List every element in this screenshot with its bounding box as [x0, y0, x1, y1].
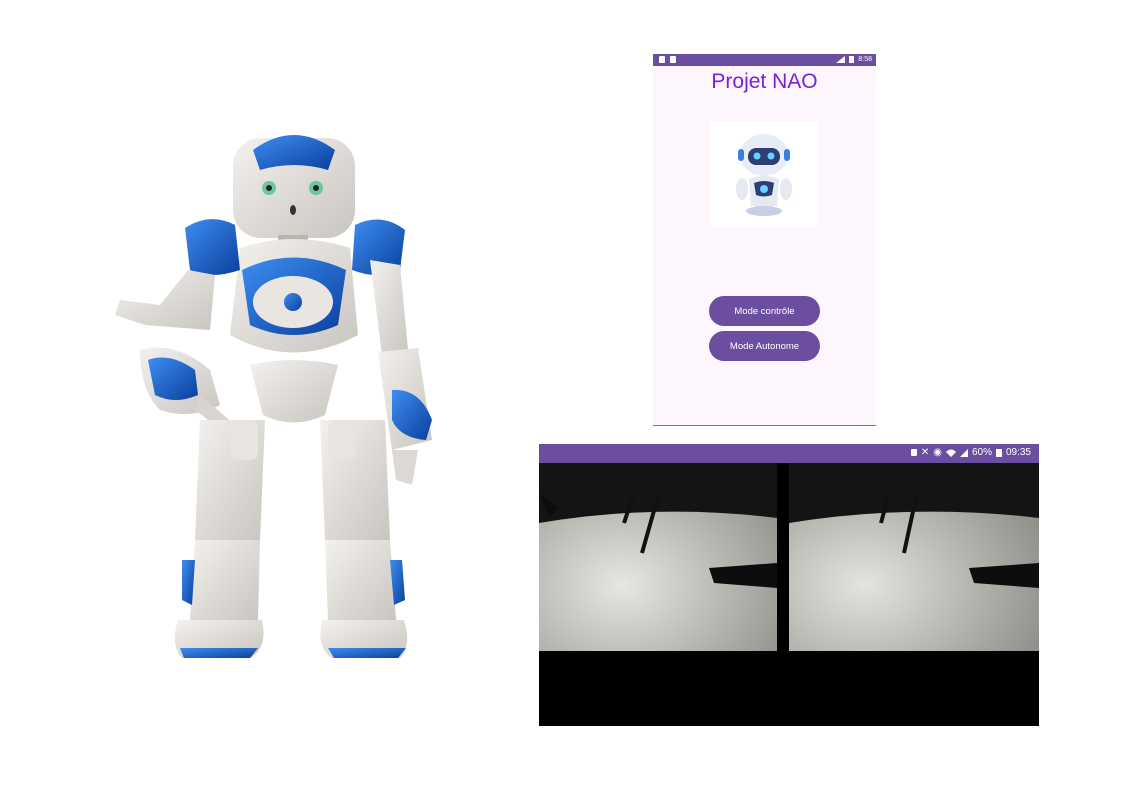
- robot-logo-icon: [711, 121, 817, 227]
- mute-icon: ✕: [920, 447, 930, 458]
- wifi-icon: [945, 449, 956, 457]
- signal-icon: [959, 448, 968, 457]
- battery-icon: [995, 449, 1002, 457]
- page-title: Projet NAO: [711, 70, 818, 93]
- app-home-screen: 8:58 Projet NAO Mode contrôle Mode Auton…: [653, 54, 876, 426]
- status-time: 09:35: [1005, 447, 1031, 458]
- camera-feed-left: [539, 463, 777, 651]
- camera-feed-right: [789, 463, 1039, 651]
- battery-level: 60%: [971, 447, 992, 458]
- battery-icon: [849, 56, 855, 63]
- alarm-icon: ◉: [933, 447, 942, 458]
- control-mode-button[interactable]: Mode contrôle: [709, 296, 820, 326]
- status-time: 8:58: [858, 55, 872, 63]
- autonomous-mode-button[interactable]: Mode Autonome: [709, 331, 820, 361]
- status-bar: 8:58: [653, 54, 876, 66]
- nao-robot-photo: [115, 135, 432, 658]
- notification-icon: [910, 449, 917, 456]
- notification-icon: [670, 56, 676, 63]
- signal-icon: [836, 55, 846, 63]
- camera-view-screen: ✕ ◉ 60% 09:35: [539, 444, 1039, 726]
- status-bar: ✕ ◉ 60% 09:35: [539, 444, 1039, 463]
- notification-icon: [659, 56, 665, 63]
